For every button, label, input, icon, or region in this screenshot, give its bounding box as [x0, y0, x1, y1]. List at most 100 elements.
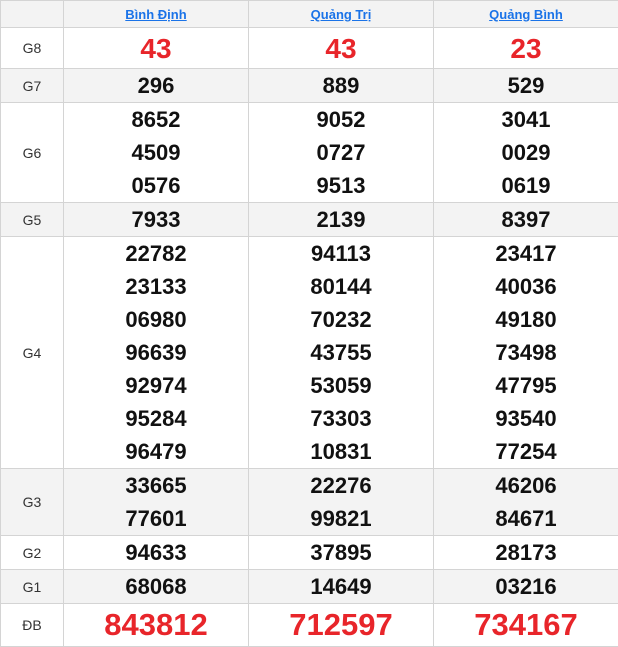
- province-link-binh-dinh[interactable]: Bình Định: [125, 7, 186, 22]
- result-number: 14649: [249, 570, 433, 603]
- result-number: 49180: [434, 303, 618, 336]
- result-cell: 905207279513: [249, 103, 434, 203]
- header-corner-cell: [1, 1, 64, 28]
- result-cell: 94113801447023243755530597330310831: [249, 237, 434, 469]
- result-cell: 734167: [434, 604, 618, 647]
- result-cell: 843812: [64, 604, 249, 647]
- result-number: 99821: [249, 502, 433, 535]
- prize-row-g1: G1680681464903216: [1, 570, 618, 604]
- result-number: 77254: [434, 435, 618, 468]
- result-cell: 4620684671: [434, 469, 618, 536]
- result-cell: 43: [249, 28, 434, 69]
- result-cell: 23417400364918073498477959354077254: [434, 237, 618, 469]
- result-cell: 28173: [434, 536, 618, 570]
- result-number: 92974: [64, 369, 248, 402]
- result-number: 22782: [64, 237, 248, 270]
- result-number: 80144: [249, 270, 433, 303]
- result-cell: 94633: [64, 536, 249, 570]
- result-cell: 8397: [434, 203, 618, 237]
- result-number: 40036: [434, 270, 618, 303]
- result-number: 0029: [434, 136, 618, 169]
- result-number: 46206: [434, 469, 618, 502]
- result-number: 95284: [64, 402, 248, 435]
- result-number: 06980: [64, 303, 248, 336]
- result-cell: 889: [249, 69, 434, 103]
- prize-row-g5: G5793321398397: [1, 203, 618, 237]
- result-number: 10831: [249, 435, 433, 468]
- prize-row-g2: G2946333789528173: [1, 536, 618, 570]
- prize-label: G5: [1, 203, 64, 237]
- result-number: 43: [249, 32, 433, 65]
- result-number: 8652: [64, 103, 248, 136]
- prize-label: G7: [1, 69, 64, 103]
- result-number: 33665: [64, 469, 248, 502]
- prize-label: G2: [1, 536, 64, 570]
- result-number: 2139: [249, 203, 433, 236]
- province-header: Bình Định: [64, 1, 249, 28]
- province-link-quang-binh[interactable]: Quảng Bình: [489, 7, 563, 22]
- result-number: 28173: [434, 536, 618, 569]
- prize-label: G1: [1, 570, 64, 604]
- result-number: 94113: [249, 237, 433, 270]
- result-cell: 865245090576: [64, 103, 249, 203]
- prize-row-g8: G8434323: [1, 28, 618, 69]
- result-cell: 22782231330698096639929749528496479: [64, 237, 249, 469]
- result-cell: 37895: [249, 536, 434, 570]
- result-cell: 68068: [64, 570, 249, 604]
- result-number: 73303: [249, 402, 433, 435]
- result-cell: 23: [434, 28, 618, 69]
- result-number: 296: [64, 69, 248, 102]
- province-header: Quảng Trị: [249, 1, 434, 28]
- prize-row-g3: G3336657760122276998214620684671: [1, 469, 618, 536]
- result-number: 23417: [434, 237, 618, 270]
- result-number: 0576: [64, 169, 248, 202]
- lottery-results-table: Bình Định Quảng Trị Quảng Bình G8434323G…: [0, 0, 618, 647]
- result-number: 4509: [64, 136, 248, 169]
- result-number: 7933: [64, 203, 248, 236]
- result-number: 96479: [64, 435, 248, 468]
- result-number: 889: [249, 69, 433, 102]
- result-number: 734167: [434, 604, 618, 646]
- result-number: 96639: [64, 336, 248, 369]
- province-header: Quảng Bình: [434, 1, 618, 28]
- result-number: 77601: [64, 502, 248, 535]
- result-number: 53059: [249, 369, 433, 402]
- result-number: 47795: [434, 369, 618, 402]
- prize-row-db: ĐB843812712597734167: [1, 604, 618, 647]
- result-cell: 296: [64, 69, 249, 103]
- result-number: 9513: [249, 169, 433, 202]
- result-cell: 2139: [249, 203, 434, 237]
- result-number: 37895: [249, 536, 433, 569]
- prize-row-g6: G6865245090576905207279513304100290619: [1, 103, 618, 203]
- result-cell: 304100290619: [434, 103, 618, 203]
- prize-label: G3: [1, 469, 64, 536]
- prize-label: G4: [1, 237, 64, 469]
- results-body: G8434323G7296889529G68652450905769052072…: [1, 28, 618, 647]
- prize-label: G6: [1, 103, 64, 203]
- result-number: 712597: [249, 604, 433, 646]
- result-number: 0727: [249, 136, 433, 169]
- result-number: 43755: [249, 336, 433, 369]
- result-number: 73498: [434, 336, 618, 369]
- result-number: 68068: [64, 570, 248, 603]
- result-number: 529: [434, 69, 618, 102]
- result-cell: 7933: [64, 203, 249, 237]
- result-cell: 712597: [249, 604, 434, 647]
- result-cell: 3366577601: [64, 469, 249, 536]
- result-cell: 03216: [434, 570, 618, 604]
- result-number: 3041: [434, 103, 618, 136]
- result-number: 70232: [249, 303, 433, 336]
- result-number: 94633: [64, 536, 248, 569]
- result-number: 23133: [64, 270, 248, 303]
- prize-label: G8: [1, 28, 64, 69]
- header-row: Bình Định Quảng Trị Quảng Bình: [1, 1, 618, 28]
- prize-label: ĐB: [1, 604, 64, 647]
- result-number: 8397: [434, 203, 618, 236]
- result-number: 93540: [434, 402, 618, 435]
- result-number: 23: [434, 32, 618, 65]
- province-link-quang-tri[interactable]: Quảng Trị: [311, 7, 372, 22]
- result-cell: 43: [64, 28, 249, 69]
- result-cell: 2227699821: [249, 469, 434, 536]
- result-number: 9052: [249, 103, 433, 136]
- result-number: 22276: [249, 469, 433, 502]
